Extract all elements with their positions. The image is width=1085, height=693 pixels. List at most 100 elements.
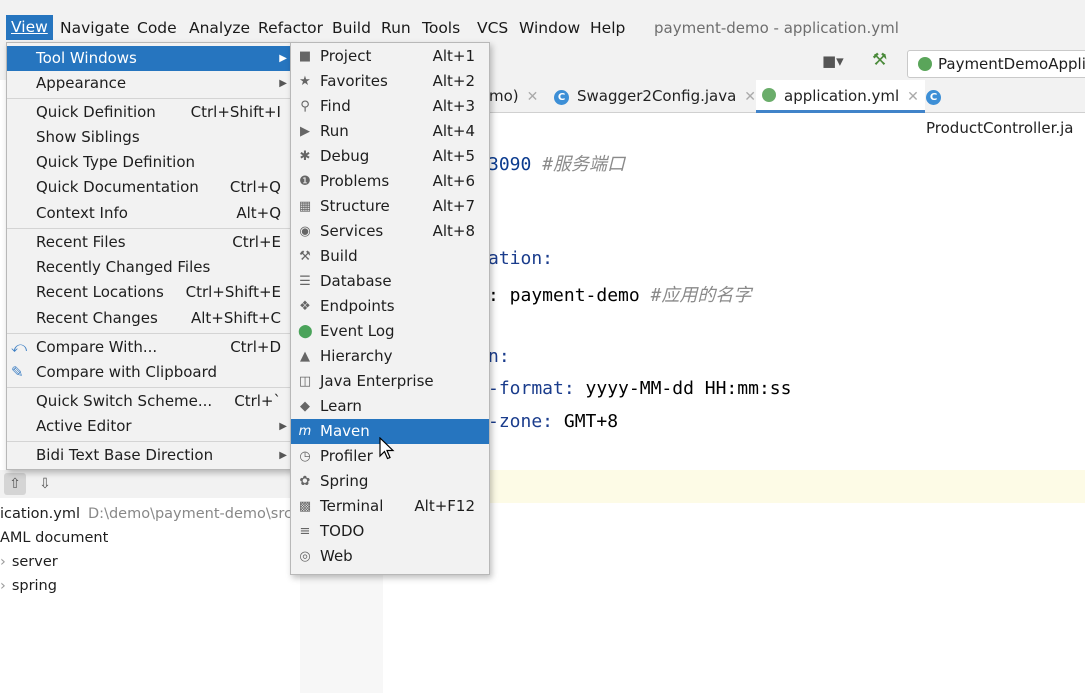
java-enterprise-icon: ◫ <box>298 374 312 389</box>
tree-node-spring[interactable]: › spring <box>0 575 57 597</box>
search-icon: ⚲ <box>300 99 310 114</box>
menu-separator <box>7 441 293 442</box>
menu-code[interactable]: Code <box>137 17 177 39</box>
star-icon: ★ <box>299 74 311 89</box>
menu-item-recent-changes[interactable]: Recent Changes Alt+Shift+C <box>7 306 293 331</box>
submenu-arrow-icon: ▶ <box>279 421 287 432</box>
menu-item-tool-windows[interactable]: Tool Windows ▶ <box>7 46 293 71</box>
menu-item-compare-clipboard[interactable]: ✎ Compare with Clipboard <box>7 360 293 385</box>
tool-window-endpoints[interactable]: ❖ Endpoints <box>291 294 489 319</box>
menu-item-context-info[interactable]: Context Info Alt+Q <box>7 201 293 226</box>
menu-build[interactable]: Build <box>332 17 371 39</box>
tree-doc[interactable]: AML document <box>0 527 108 549</box>
class-icon: C <box>554 90 569 105</box>
close-icon[interactable]: ✕ <box>907 89 919 105</box>
menu-item-recent-files[interactable]: Recent Files Ctrl+E <box>7 230 293 255</box>
menu-item-quick-switch-scheme[interactable]: Quick Switch Scheme... Ctrl+` <box>7 389 293 414</box>
mouse-cursor-icon <box>379 437 395 460</box>
tree-file[interactable]: ication.yml D:\demo\payment-demo\src\ <box>0 503 297 525</box>
code-line: 3090 #服务端口 <box>488 154 626 175</box>
view-menu: Tool Windows ▶ Appearance ▶ Quick Definiti… <box>6 42 294 470</box>
sort-up-icon[interactable]: ⇧ <box>4 473 26 495</box>
structure-icon: ▦ <box>298 199 312 214</box>
sort-down-icon[interactable]: ⇩ <box>34 473 56 495</box>
tab-productcontroller[interactable]: C ProductController.ja <box>926 80 1085 137</box>
tool-window-problems[interactable]: ❶ Problems Alt+6 <box>291 169 489 194</box>
tool-window-favorites[interactable]: ★ Favorites Alt+2 <box>291 69 489 94</box>
tool-window-event-log[interactable]: ⬤ Event Log <box>291 319 489 344</box>
menu-view[interactable]: View <box>6 15 53 40</box>
tool-window-run[interactable]: ▶ Run Alt+4 <box>291 119 489 144</box>
menu-refactor[interactable]: Refactor <box>258 17 323 39</box>
endpoints-icon: ❖ <box>299 299 311 314</box>
tool-window-database[interactable]: ☰ Database <box>291 269 489 294</box>
hierarchy-icon: ▲ <box>300 349 310 364</box>
menu-item-bidi-text[interactable]: Bidi Text Base Direction ▶ <box>7 443 293 468</box>
menu-item-active-editor[interactable]: Active Editor ▶ <box>7 414 293 439</box>
submenu-arrow-icon: ▶ <box>279 53 287 64</box>
menu-item-show-siblings[interactable]: Show Siblings <box>7 125 293 150</box>
tool-window-project[interactable]: ■ Project Alt+1 <box>291 44 489 69</box>
database-icon: ☰ <box>299 274 311 289</box>
menu-navigate[interactable]: Navigate <box>60 17 130 39</box>
problems-icon: ❶ <box>299 174 311 189</box>
tool-window-build[interactable]: ⚒ Build <box>291 244 489 269</box>
todo-icon: ≡ <box>299 524 311 539</box>
folder-icon: ■ <box>298 49 312 64</box>
code-line: -format: yyyy-MM-dd HH:mm:ss <box>488 378 792 399</box>
tab-application-yml[interactable]: application.yml ✕ <box>756 80 925 113</box>
submenu-arrow-icon: ▶ <box>279 450 287 461</box>
user-icon[interactable]: ■▾ <box>822 52 844 70</box>
tab-swagger2config[interactable]: C Swagger2Config.java ✕ <box>554 80 756 112</box>
tree-node-server[interactable]: › server <box>0 551 58 573</box>
submenu-arrow-icon: ▶ <box>279 78 287 89</box>
menu-run[interactable]: Run <box>381 17 411 39</box>
menu-analyze[interactable]: Analyze <box>189 17 250 39</box>
menu-item-quick-type-definition[interactable]: Quick Type Definition <box>7 150 293 175</box>
tool-window-services[interactable]: ◉ Services Alt+8 <box>291 219 489 244</box>
menu-item-quick-documentation[interactable]: Quick Documentation Ctrl+Q <box>7 175 293 200</box>
tool-window-todo[interactable]: ≡ TODO <box>291 519 489 544</box>
close-icon[interactable]: ✕ <box>744 89 756 105</box>
tab-partial[interactable]: mo) ✕ <box>489 80 538 112</box>
close-icon[interactable]: ✕ <box>527 89 539 105</box>
tool-window-terminal[interactable]: ▩ Terminal Alt+F12 <box>291 494 489 519</box>
tool-window-web[interactable]: ◎ Web <box>291 544 489 569</box>
tool-window-java-enterprise[interactable]: ◫ Java Enterprise <box>291 369 489 394</box>
run-config-select[interactable]: PaymentDemoApplic <box>907 50 1085 78</box>
menu-item-appearance[interactable]: Appearance ▶ <box>7 71 293 96</box>
menu-item-compare-with[interactable]: ⤺ Compare With... Ctrl+D <box>7 335 293 360</box>
chevron-right-icon[interactable]: › <box>0 554 6 570</box>
tool-window-find[interactable]: ⚲ Find Alt+3 <box>291 94 489 119</box>
chevron-right-icon[interactable]: › <box>0 578 6 594</box>
services-icon: ◉ <box>299 224 311 239</box>
tool-window-debug[interactable]: ✱ Debug Alt+5 <box>291 144 489 169</box>
terminal-icon: ▩ <box>298 499 312 514</box>
menu-item-recently-changed-files[interactable]: Recently Changed Files <box>7 255 293 280</box>
file-path: D:\demo\payment-demo\src\ <box>88 506 297 522</box>
menu-help[interactable]: Help <box>590 17 625 39</box>
menu-separator <box>7 333 293 334</box>
menu-window[interactable]: Window <box>519 17 580 39</box>
web-icon: ◎ <box>299 549 311 564</box>
build-hammer-icon[interactable]: ⚒ <box>872 50 887 70</box>
run-icon: ▶ <box>300 124 310 139</box>
tab-label: mo) <box>489 87 519 105</box>
menu-separator <box>7 228 293 229</box>
tool-window-structure[interactable]: ▦ Structure Alt+7 <box>291 194 489 219</box>
menu-vcs[interactable]: VCS <box>477 17 508 39</box>
menu-item-quick-definition[interactable]: Quick Definition Ctrl+Shift+I <box>7 100 293 125</box>
tab-label: ProductController.ja <box>926 119 1074 137</box>
menu-tools[interactable]: Tools <box>422 17 460 39</box>
tab-label: application.yml <box>784 87 900 105</box>
learn-icon: ◆ <box>300 399 310 414</box>
tool-window-hierarchy[interactable]: ▲ Hierarchy <box>291 344 489 369</box>
menu-separator <box>7 98 293 99</box>
compare-icon: ⤺ <box>11 338 28 356</box>
code-line: ation: <box>488 248 554 269</box>
clipboard-compare-icon: ✎ <box>11 363 24 381</box>
code-line: n: <box>488 346 510 367</box>
menu-item-recent-locations[interactable]: Recent Locations Ctrl+Shift+E <box>7 280 293 305</box>
tool-window-spring[interactable]: ✿ Spring <box>291 469 489 494</box>
tool-window-learn[interactable]: ◆ Learn <box>291 394 489 419</box>
